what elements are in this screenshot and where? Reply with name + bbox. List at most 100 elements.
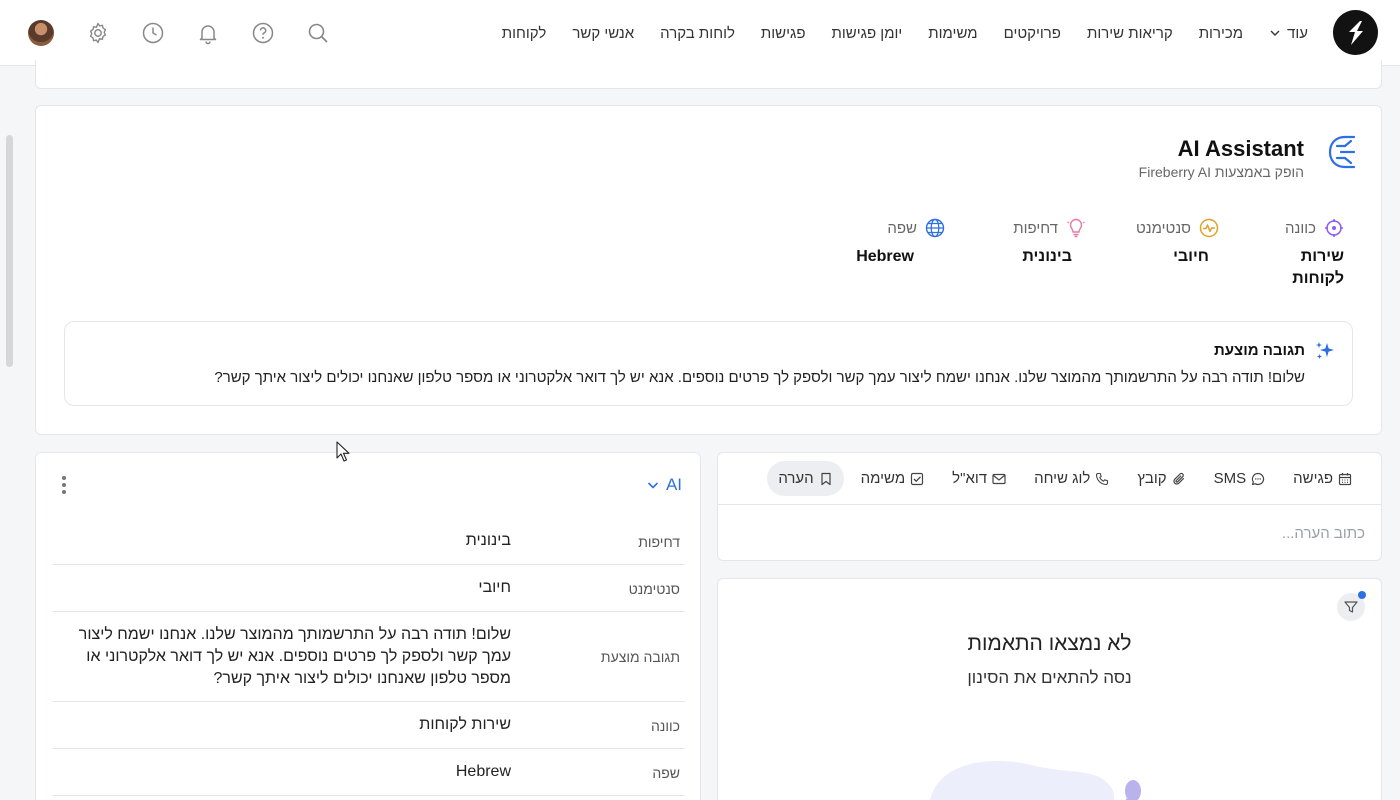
nav-contacts[interactable]: אנשי קשר [572, 25, 634, 42]
activity-feed: לא נמצאו התאמות נסה להתאים את הסינון [717, 578, 1382, 800]
paperclip-icon [1173, 472, 1184, 485]
fireberry-logo[interactable] [1333, 10, 1378, 55]
search-button[interactable] [290, 17, 345, 49]
help-icon [252, 22, 273, 44]
filter-active-dot [1358, 591, 1366, 599]
nav-sales[interactable]: מכירות [1199, 25, 1243, 42]
tab-task[interactable]: משימה [850, 461, 936, 496]
ai-section-toggle[interactable]: AI [646, 475, 682, 495]
tab-file-label: קובץ [1137, 470, 1167, 487]
top-navigation-bar: לקוחות אנשי קשר לוחות בקרה פגישות יומן פ… [0, 0, 1400, 66]
field-value[interactable]: בינונית [76, 530, 511, 552]
field-row-urgency: דחיפות בינונית [53, 518, 685, 565]
nav-meetings[interactable]: פגישות [761, 25, 806, 42]
note-input[interactable] [735, 515, 1365, 551]
tab-file[interactable]: קובץ [1126, 461, 1196, 496]
tab-meeting-label: פגישה [1293, 470, 1333, 487]
attribute-sentiment-value: חיובי [1173, 248, 1209, 265]
chevron-down-icon [647, 482, 659, 489]
chevron-down-icon [1270, 30, 1280, 36]
attribute-urgency-label: דחיפות [1013, 219, 1058, 237]
nav-more-label: עוד [1287, 24, 1308, 42]
attribute-urgency: דחיפות בינונית [1013, 218, 1086, 268]
history-icon [142, 22, 163, 44]
suggested-response-text: שלום! תודה רבה על התרשמותך מהמוצר שלנו. … [214, 369, 1305, 386]
bookmark-icon [821, 472, 831, 485]
page-scrollbar-thumb[interactable] [6, 135, 13, 367]
mail-icon [992, 473, 1006, 484]
notifications-button[interactable] [180, 17, 235, 49]
attribute-intent-value: שירות לקוחות [1292, 248, 1344, 287]
user-avatar[interactable] [28, 20, 54, 46]
tab-call-log-label: לוג שיחה [1034, 470, 1091, 487]
main-nav: לקוחות אנשי קשר לוחות בקרה פגישות יומן פ… [502, 0, 1308, 66]
logo-mark-icon [1348, 20, 1363, 45]
kebab-dot [62, 490, 66, 494]
nav-projects[interactable]: פרויקטים [1004, 25, 1061, 42]
chat-icon [1252, 472, 1265, 485]
help-button[interactable] [235, 17, 290, 49]
settings-button[interactable] [70, 17, 125, 49]
empty-state-subtitle: נסה להתאים את הסינון [967, 668, 1132, 687]
field-value[interactable]: שלום! תודה רבה על התרשמותך מהמוצר שלנו. … [76, 624, 511, 690]
field-value[interactable]: חיובי [76, 577, 511, 599]
field-label: דחיפות [638, 534, 680, 550]
attribute-intent-label: כוונה [1284, 219, 1316, 237]
lightbulb-icon [1067, 218, 1085, 238]
calendar-icon [1338, 472, 1352, 485]
bell-icon [199, 25, 216, 45]
globe-icon [925, 218, 945, 238]
nav-tasks[interactable]: משימות [928, 25, 977, 42]
field-row-intent: כוונה שירות לקוחות [53, 702, 685, 749]
tab-note-label: הערה [778, 470, 814, 487]
field-value[interactable]: שירות לקוחות [76, 714, 511, 736]
checkbox-icon [911, 472, 924, 485]
pulse-icon [1199, 218, 1219, 238]
tab-sms-label: SMS [1213, 470, 1247, 487]
phone-icon [1096, 472, 1109, 485]
target-icon [1325, 219, 1343, 237]
gear-icon [89, 22, 106, 44]
empty-state-title: לא נמצאו התאמות [967, 632, 1132, 655]
attribute-language: שפה Hebrew [856, 218, 945, 268]
more-options-button[interactable] [56, 473, 72, 497]
tab-email-label: דוא"ל [952, 470, 988, 487]
composer-divider [718, 504, 1381, 505]
activity-composer: הערה משימה דוא"ל לוג שיחה קובץ SMS פגישה [717, 452, 1382, 561]
filter-button[interactable] [1337, 591, 1366, 621]
nav-calendar[interactable]: יומן פגישות [832, 25, 903, 42]
tab-note[interactable]: הערה [767, 461, 844, 496]
tab-call-log[interactable]: לוג שיחה [1023, 461, 1120, 496]
ai-assistant-subtitle: הופק באמצעות Fireberry AI [1138, 164, 1304, 180]
nav-customers[interactable]: לקוחות [502, 25, 547, 42]
ai-assistant-title: AI Assistant [1177, 136, 1304, 161]
suggested-response-box: תגובה מוצעת שלום! תודה רבה על התרשמותך מ… [64, 321, 1353, 406]
kebab-dot [62, 476, 66, 480]
nav-service-calls[interactable]: קריאות שירות [1087, 25, 1173, 42]
history-button[interactable] [125, 17, 180, 49]
sparkles-icon [1316, 342, 1334, 359]
field-row-sentiment: סנטימנט חיובי [53, 565, 685, 612]
mouse-cursor-icon [336, 441, 350, 462]
top-icon-group [28, 17, 345, 49]
field-label: שפה [652, 765, 680, 781]
filter-icon [1344, 601, 1358, 613]
field-row-suggested-response: תגובה מוצעת שלום! תודה רבה על התרשמותך מ… [53, 612, 685, 702]
ai-assistant-card: AI Assistant הופק באמצעות Fireberry AI כ… [35, 105, 1382, 435]
tab-task-label: משימה [860, 470, 906, 487]
empty-state-illustration [929, 760, 1141, 800]
nav-dashboards[interactable]: לוחות בקרה [660, 25, 735, 42]
attribute-language-value: Hebrew [856, 248, 914, 265]
kebab-dot [62, 483, 66, 487]
tab-sms[interactable]: SMS [1203, 461, 1277, 496]
ai-section-title: AI [665, 475, 682, 494]
search-icon [308, 23, 328, 43]
field-value[interactable]: Hebrew [76, 761, 511, 783]
ai-fields-list: דחיפות בינונית סנטימנט חיובי תגובה מוצעת… [53, 518, 685, 796]
tab-email[interactable]: דוא"ל [941, 461, 1017, 496]
field-label: סנטימנט [628, 581, 680, 597]
suggested-response-title: תגובה מוצעת [1214, 342, 1305, 359]
attribute-language-label: שפה [887, 219, 917, 237]
nav-more-dropdown[interactable]: עוד [1269, 25, 1308, 42]
tab-meeting[interactable]: פגישה [1282, 461, 1363, 496]
